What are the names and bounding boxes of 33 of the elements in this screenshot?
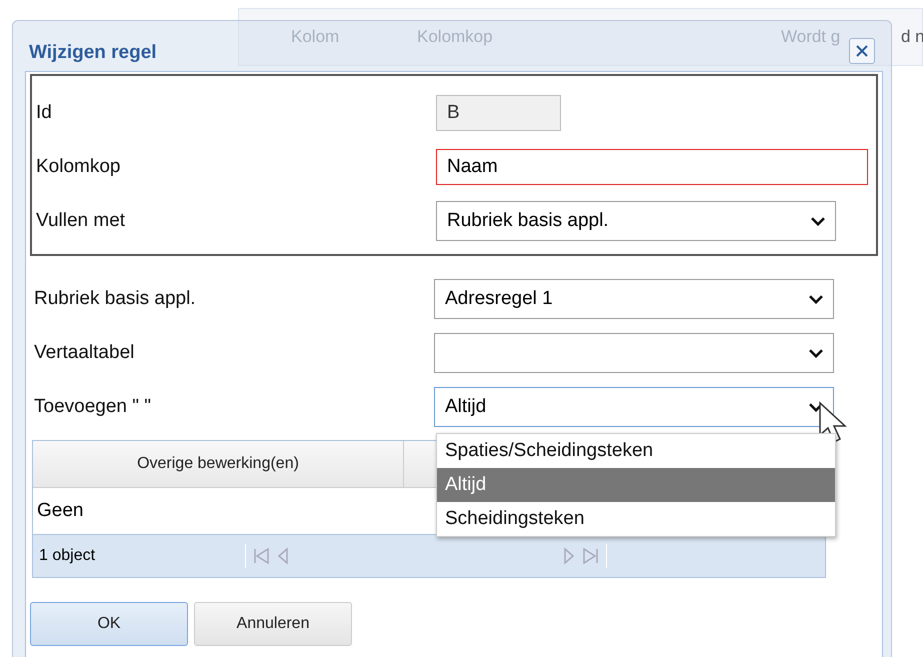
dropdown-field[interactable]: Altijd <box>434 387 834 427</box>
dropdown-field[interactable]: Rubriek basis appl. <box>436 201 836 241</box>
dropdown-field[interactable] <box>434 333 834 373</box>
dialog-button[interactable]: OK <box>30 602 188 646</box>
text-field[interactable]: B <box>436 95 561 131</box>
first-page-icon[interactable] <box>252 546 270 566</box>
table-cell-text: Geen <box>36 500 84 522</box>
close-button[interactable] <box>849 38 875 64</box>
object-count: 1 object <box>39 547 96 565</box>
chevron-down-icon <box>809 294 823 304</box>
dropdown-field[interactable]: Adresregel 1 <box>434 279 834 319</box>
field-label: Rubriek basis appl. <box>34 288 197 310</box>
field-label: Vertaaltabel <box>34 342 136 364</box>
field-label: Vullen met <box>36 210 126 232</box>
previous-page-icon[interactable] <box>276 546 290 566</box>
next-page-icon[interactable] <box>562 546 576 566</box>
field-label: Id <box>36 102 53 124</box>
last-page-icon[interactable] <box>582 546 600 566</box>
dropdown-option[interactable]: Altijd <box>437 468 835 502</box>
text-field[interactable]: Naam <box>436 149 868 185</box>
dropdown-option[interactable]: Spaties/Scheidingsteken <box>437 434 835 468</box>
chevron-down-icon <box>811 216 825 226</box>
dropdown-option[interactable]: Scheidingsteken <box>437 502 835 536</box>
column-header: Kolom <box>291 27 340 47</box>
close-icon <box>855 44 869 58</box>
chevron-down-icon <box>809 348 823 358</box>
field-label: Kolomkop <box>36 156 122 178</box>
dialog-title: Wijzigen regel <box>29 41 157 64</box>
column-header[interactable]: Overige bewerking(en) <box>33 441 404 487</box>
field-label: Toevoegen " " <box>34 396 152 418</box>
column-header: Kolomkop <box>417 27 493 47</box>
column-header: Wordt g <box>781 27 840 47</box>
dialog-button[interactable]: Annuleren <box>194 602 352 646</box>
